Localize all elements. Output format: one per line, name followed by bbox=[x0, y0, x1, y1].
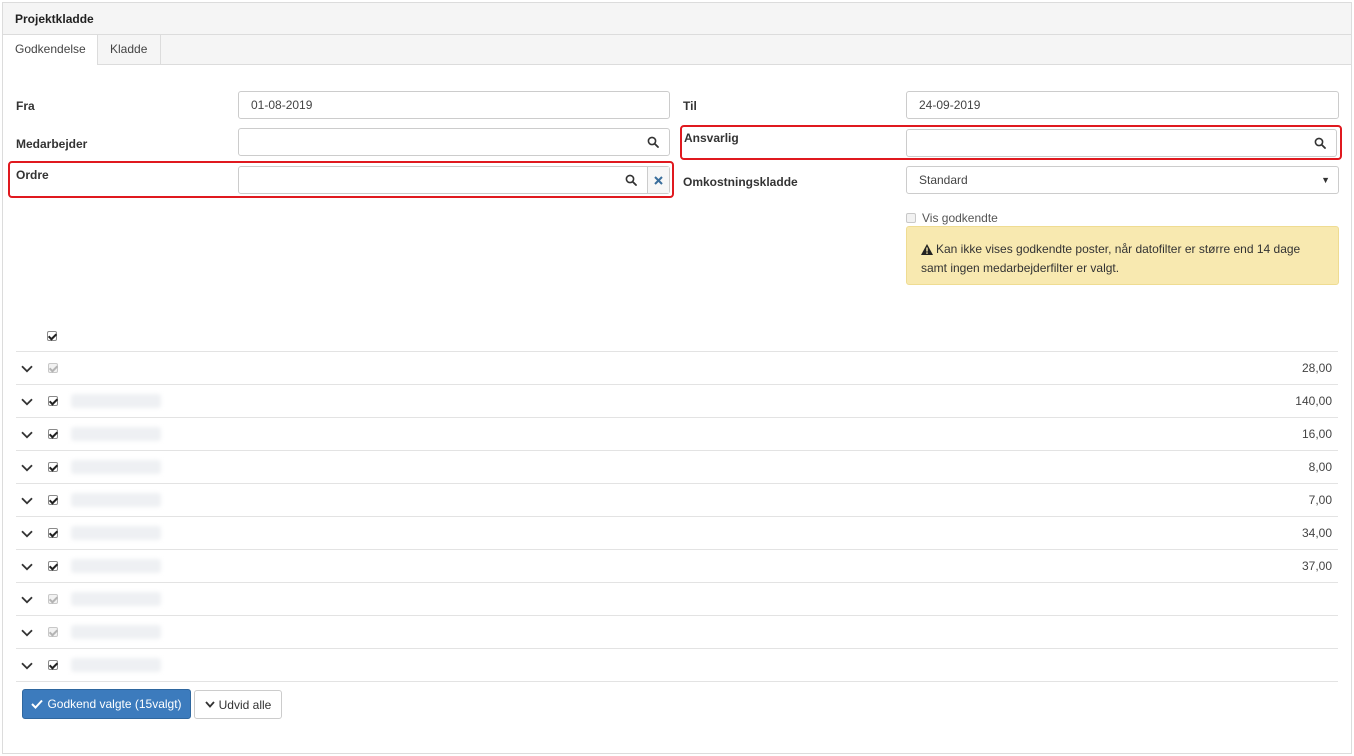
table-row[interactable]: redacted@user.dk 140,00 bbox=[16, 384, 1338, 417]
fra-date-input[interactable]: 01-08-2019 bbox=[238, 91, 670, 119]
row-name: redacted bbox=[71, 526, 161, 540]
check-icon bbox=[31, 699, 44, 709]
row-checkbox[interactable] bbox=[48, 462, 58, 472]
tab-kladde[interactable]: Kladde bbox=[98, 35, 161, 64]
row-checkbox[interactable] bbox=[48, 495, 58, 505]
checkbox-icon[interactable] bbox=[906, 213, 916, 223]
row-name: redacted bbox=[71, 658, 161, 672]
list-bottom-divider bbox=[16, 681, 1338, 682]
vis-godkendte-label: Vis godkendte bbox=[922, 211, 998, 225]
row-name: redacted bbox=[71, 427, 161, 441]
row-name: redacted bbox=[71, 592, 161, 606]
row-checkbox[interactable] bbox=[48, 363, 58, 373]
chevron-down-icon[interactable] bbox=[21, 659, 33, 673]
table-row[interactable]: redacted bbox=[16, 615, 1338, 648]
row-checkbox[interactable] bbox=[48, 528, 58, 538]
table-row[interactable]: redacted bbox=[16, 648, 1338, 681]
row-amount: 28,00 bbox=[1301, 361, 1332, 375]
search-icon[interactable] bbox=[641, 129, 665, 155]
til-label: Til bbox=[683, 99, 697, 113]
chevron-down-icon[interactable] bbox=[21, 527, 33, 541]
row-checkbox[interactable] bbox=[48, 396, 58, 406]
omkostningskladde-select[interactable]: Standard ▼ bbox=[906, 166, 1339, 194]
chevron-down-icon[interactable] bbox=[21, 626, 33, 640]
table-row[interactable]: redacted 16,00 bbox=[16, 417, 1338, 450]
row-amount: 37,00 bbox=[1301, 559, 1332, 573]
expand-all-label: Udvid alle bbox=[218, 697, 272, 712]
chevron-down-icon bbox=[204, 701, 215, 708]
warning-alert: Kan ikke vises godkendte poster, når dat… bbox=[906, 226, 1339, 285]
ordre-highlight-box bbox=[8, 161, 674, 198]
row-name: redacted bbox=[71, 460, 161, 474]
chevron-down-icon[interactable] bbox=[21, 461, 33, 475]
row-amount: 7,00 bbox=[1308, 493, 1332, 507]
row-checkbox[interactable] bbox=[48, 660, 58, 670]
expand-all-button[interactable]: Udvid alle bbox=[194, 690, 282, 719]
row-name: redacted@user.dk bbox=[71, 394, 161, 408]
row-amount: 140,00 bbox=[1295, 394, 1332, 408]
til-date-input[interactable]: 24-09-2019 bbox=[906, 91, 1339, 119]
table-row[interactable]: redacted 34,00 bbox=[16, 516, 1338, 549]
chevron-down-icon[interactable] bbox=[21, 362, 33, 376]
fra-label: Fra bbox=[16, 99, 35, 113]
tab-bar: Godkendelse Kladde bbox=[3, 35, 1351, 65]
table-row[interactable]: redacted 8,00 bbox=[16, 450, 1338, 483]
warning-icon bbox=[921, 243, 933, 260]
table-row[interactable]: redacted name 7,00 bbox=[16, 483, 1338, 516]
medarbejder-label: Medarbejder bbox=[16, 137, 88, 151]
table-row[interactable]: redacted 37,00 bbox=[16, 549, 1338, 582]
ansvarlig-highlight-box bbox=[680, 125, 1342, 160]
row-amount: 8,00 bbox=[1308, 460, 1332, 474]
approve-selected-label: Godkend valgte (15valgt) bbox=[47, 697, 182, 711]
medarbejder-search-input[interactable] bbox=[238, 128, 670, 156]
row-name: redacted bbox=[71, 559, 161, 573]
dropdown-arrow-icon: ▼ bbox=[1321, 175, 1330, 185]
omkostningskladde-label: Omkostningskladde bbox=[683, 175, 798, 189]
warning-text: Kan ikke vises godkendte poster, når dat… bbox=[921, 242, 1301, 275]
row-checkbox[interactable] bbox=[48, 594, 58, 604]
chevron-down-icon[interactable] bbox=[21, 560, 33, 574]
chevron-down-icon[interactable] bbox=[21, 395, 33, 409]
row-amount: 16,00 bbox=[1301, 427, 1332, 441]
row-checkbox[interactable] bbox=[48, 561, 58, 571]
chevron-down-icon[interactable] bbox=[21, 593, 33, 607]
row-amount: 34,00 bbox=[1301, 526, 1332, 540]
row-checkbox[interactable] bbox=[48, 627, 58, 637]
select-all-checkbox[interactable] bbox=[47, 331, 57, 341]
omkostningskladde-selected: Standard bbox=[919, 173, 968, 187]
table-row[interactable]: 28,00 bbox=[16, 351, 1338, 384]
chevron-down-icon[interactable] bbox=[21, 494, 33, 508]
row-name: redacted name bbox=[71, 493, 161, 507]
tab-godkendelse[interactable]: Godkendelse bbox=[3, 35, 98, 65]
row-checkbox[interactable] bbox=[48, 429, 58, 439]
table-row[interactable]: redacted bbox=[16, 582, 1338, 615]
row-name: redacted bbox=[71, 625, 161, 639]
panel-title: Projektkladde bbox=[3, 3, 1351, 35]
vis-godkendte-checkbox[interactable]: Vis godkendte bbox=[906, 211, 998, 225]
chevron-down-icon[interactable] bbox=[21, 428, 33, 442]
approve-selected-button[interactable]: Godkend valgte (15valgt) bbox=[22, 689, 191, 719]
